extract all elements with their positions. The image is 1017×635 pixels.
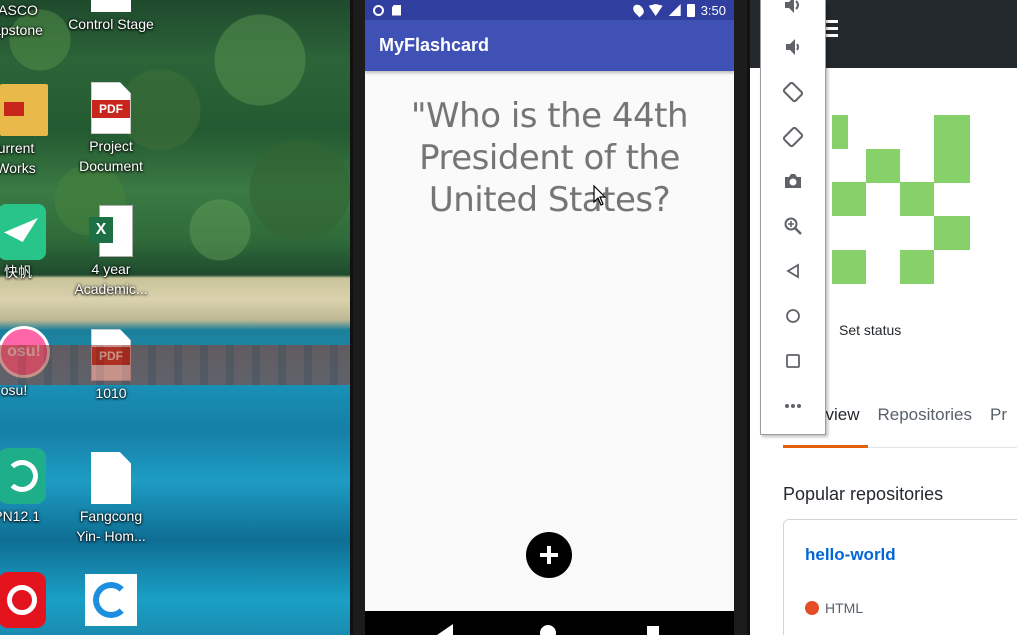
desktop-icon-label: 快帆	[4, 264, 32, 280]
vpn-logo-icon	[6, 460, 38, 492]
home-icon[interactable]	[780, 303, 806, 329]
flashcard-question[interactable]: "Who is the 44th President of the United…	[365, 95, 734, 221]
desktop-icon-internet-explorer[interactable]	[63, 574, 159, 626]
repo-language-label: HTML	[825, 600, 864, 616]
kuaifan-app-icon	[0, 204, 46, 260]
pdf-tag: PDF	[92, 100, 130, 118]
folder-icon	[0, 84, 48, 136]
popular-repositories-heading: Popular repositories	[783, 484, 944, 504]
desktop-icon-label: Project Document	[79, 138, 143, 174]
desktop-icon-current-works[interactable]: urrent Works	[0, 84, 64, 178]
set-status-label: Set status	[839, 322, 902, 338]
desktop-icon-label: VPN12.1	[0, 508, 41, 524]
volume-up-icon[interactable]	[780, 0, 806, 18]
nav-home-icon[interactable]	[540, 625, 556, 635]
rotate-right-icon[interactable]	[780, 124, 806, 150]
desktop-icon-project-document[interactable]: PDF Project Document	[63, 82, 159, 176]
tab-repositories[interactable]: Repositories	[868, 400, 983, 448]
zoom-icon[interactable]	[780, 213, 806, 239]
excel-file-icon: X	[89, 205, 133, 257]
rotate-left-icon[interactable]	[780, 79, 806, 105]
nav-back-icon[interactable]	[437, 624, 453, 635]
file-icon	[91, 0, 131, 12]
desktop-icon-vpn[interactable]: VPN12.1	[0, 448, 60, 526]
repo-card: hello-world HTML	[783, 519, 1017, 635]
desktop-icon-control-stage[interactable]: Control Stage	[63, 0, 159, 34]
set-status-button[interactable]: Set status	[839, 322, 901, 338]
desktop-icon-label: 4 year Academic...	[74, 261, 148, 297]
desktop-icon-label: 1010	[95, 385, 127, 401]
emulator-toolbar	[760, 0, 826, 435]
add-card-button[interactable]	[526, 532, 572, 578]
avatar-identicon	[832, 115, 970, 285]
internet-explorer-icon	[85, 574, 137, 626]
desktop-icon-1010[interactable]: PDF 1010	[63, 329, 159, 403]
pdf-badge	[4, 102, 24, 116]
hamburger-menu-icon[interactable]	[824, 20, 838, 41]
desktop-icon-netease-music[interactable]	[0, 572, 60, 630]
mouse-cursor-icon	[593, 185, 607, 206]
notification-dot-icon	[373, 4, 384, 16]
camera-icon[interactable]	[780, 168, 806, 194]
repo-name-link[interactable]: hello-world	[805, 545, 896, 565]
plus-icon	[540, 546, 558, 564]
volume-down-icon[interactable]	[780, 34, 806, 60]
overview-icon[interactable]	[780, 348, 806, 374]
desktop-icon-label: urrent Works	[0, 140, 36, 176]
desktop-icon-label: Control Stage	[68, 16, 154, 32]
app-bar: MyFlashcard	[365, 20, 734, 71]
desktop-icon-label: ASCO apstone	[0, 2, 43, 38]
osu-app-icon: osu!	[0, 326, 50, 378]
pdf-tag: PDF	[92, 347, 130, 365]
back-icon[interactable]	[780, 258, 806, 284]
status-bar: 3:50	[365, 0, 734, 20]
music-logo-icon	[7, 585, 37, 615]
status-time: 3:50	[700, 2, 726, 18]
desktop-icon-capstone[interactable]: ASCO apstone	[0, 0, 66, 40]
desktop-wallpaper: ASCO apstone Control Stage urrent Works …	[0, 0, 352, 635]
desktop-icon-kuaifan[interactable]: 快帆	[0, 204, 66, 282]
vpn-app-icon	[0, 448, 46, 504]
repo-language: HTML	[805, 600, 863, 616]
paper-plane-icon	[4, 218, 38, 242]
sd-card-icon	[392, 4, 401, 16]
android-nav-bar	[365, 611, 734, 635]
app-title: MyFlashcard	[379, 35, 490, 55]
desktop-icon-4-year-academic[interactable]: X 4 year Academic...	[63, 205, 159, 299]
more-icon[interactable]	[780, 393, 806, 419]
wifi-icon	[648, 4, 663, 16]
nav-overview-icon[interactable]	[647, 626, 659, 635]
android-screen: 3:50 MyFlashcard "Who is the 44th Presid…	[365, 0, 734, 611]
desktop-icon-osu[interactable]: osu! osu!	[0, 326, 62, 400]
ie-e-logo	[93, 582, 129, 618]
language-color-dot	[805, 601, 819, 615]
music-app-icon	[0, 572, 46, 628]
cell-signal-icon	[668, 4, 681, 16]
blank-file-icon	[91, 452, 131, 504]
excel-x-icon: X	[89, 217, 113, 243]
pdf-file-icon: PDF	[91, 329, 131, 381]
desktop-icon-fangcong[interactable]: Fangcong Yin- Hom...	[63, 452, 159, 546]
battery-icon	[686, 3, 695, 17]
desktop-icon-label: osu!	[0, 382, 28, 398]
tab-projects[interactable]: Pr	[982, 400, 1017, 448]
location-icon	[630, 2, 646, 18]
desktop-icon-label: Fangcong Yin- Hom...	[76, 508, 146, 544]
pdf-file-icon: PDF	[91, 82, 131, 134]
